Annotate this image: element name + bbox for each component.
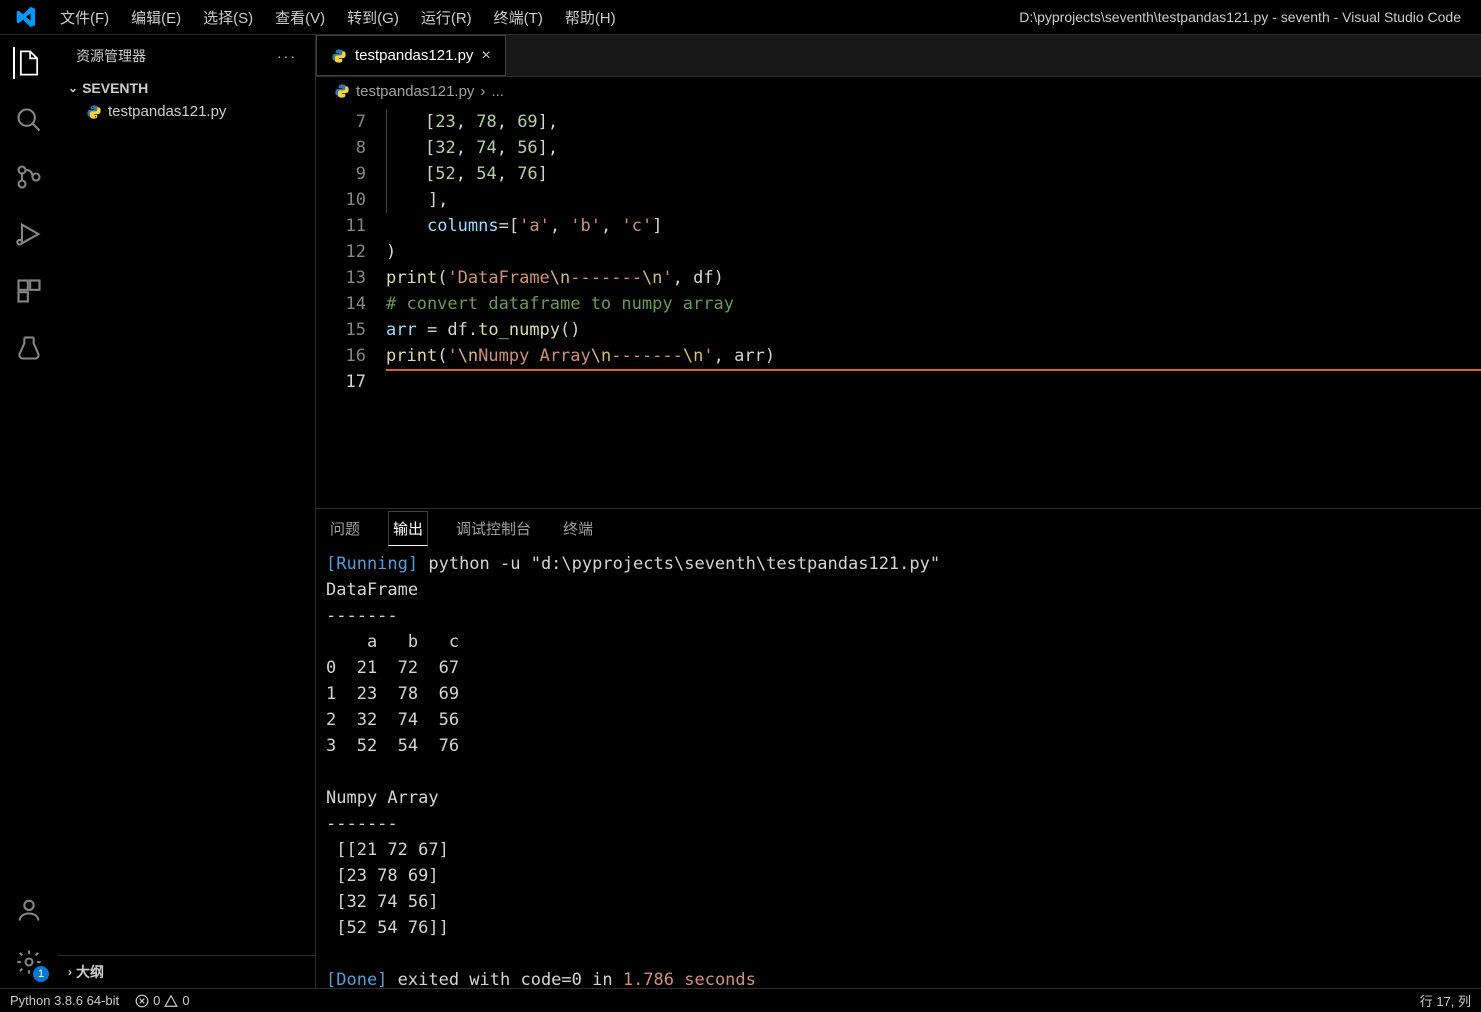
bottom-panel: 问题 输出 调试控制台 终端 [Running] python -u "d:\p…	[316, 508, 1481, 988]
menu-goto[interactable]: 转到(G)	[337, 3, 409, 32]
panel-tab-terminal[interactable]: 终端	[559, 512, 597, 545]
breadcrumb-more: ...	[491, 83, 504, 100]
output-df-row: 1 23 78 69	[326, 684, 459, 704]
run-debug-icon[interactable]	[13, 218, 45, 250]
window-title: D:\pyprojects\seventh\testpandas121.py -…	[626, 9, 1481, 25]
code-content[interactable]: [23, 78, 69], [32, 74, 56], [52, 54, 76]…	[386, 105, 1481, 508]
menu-help[interactable]: 帮助(H)	[555, 3, 626, 32]
output-sep: -------	[326, 606, 398, 626]
menu-run[interactable]: 运行(R)	[411, 3, 482, 32]
statusbar: Python 3.8.6 64-bit 0 0 行 17, 列	[0, 988, 1481, 1012]
menu-view[interactable]: 查看(V)	[265, 3, 335, 32]
menu-file[interactable]: 文件(F)	[50, 3, 119, 32]
line-gutter: 7891011121314151617	[316, 105, 386, 508]
menu-terminal[interactable]: 终端(T)	[484, 3, 553, 32]
explorer-icon[interactable]	[13, 47, 45, 79]
sidebar-more-icon[interactable]: ···	[277, 48, 297, 64]
menu-edit[interactable]: 编辑(E)	[121, 3, 191, 32]
output-np-header: Numpy Array	[326, 788, 439, 808]
menu-select[interactable]: 选择(S)	[193, 3, 263, 32]
panel-tab-debug[interactable]: 调试控制台	[452, 512, 535, 545]
code-editor[interactable]: 7891011121314151617 [23, 78, 69], [32, 7…	[316, 105, 1481, 508]
panel-tab-output[interactable]: 输出	[388, 511, 428, 546]
output-np-row: [32 74 56]	[326, 892, 439, 912]
testing-icon[interactable]	[13, 332, 45, 364]
folder-name: SEVENTH	[82, 80, 148, 96]
panel-tab-problems[interactable]: 问题	[326, 512, 364, 545]
python-file-icon	[331, 48, 347, 64]
chevron-right-icon: ›	[68, 965, 72, 979]
breadcrumb-file: testpandas121.py	[356, 83, 474, 100]
account-icon[interactable]	[13, 894, 45, 926]
output-np-row: [23 78 69]	[326, 866, 439, 886]
status-python-label: Python 3.8.6 64-bit	[10, 993, 119, 1008]
output-df-row: 2 32 74 56	[326, 710, 459, 730]
outline-section[interactable]: › 大纲	[58, 955, 315, 988]
output-df-cols: a b c	[326, 632, 459, 652]
file-item[interactable]: testpandas121.py	[58, 99, 315, 124]
output-command: python -u "d:\pyprojects\seventh\testpan…	[418, 554, 940, 574]
statusbar-right: 行 17, 列	[1420, 991, 1471, 1010]
output-done-text: exited with code=0 in	[387, 970, 622, 988]
output-df-header: DataFrame	[326, 580, 418, 600]
titlebar: 文件(F) 编辑(E) 选择(S) 查看(V) 转到(G) 运行(R) 终端(T…	[0, 0, 1481, 35]
output-df-row: 3 52 54 76	[326, 736, 459, 756]
tab-bar: testpandas121.py ×	[316, 35, 1481, 77]
settings-icon[interactable]	[13, 946, 45, 978]
output-running-label: [Running]	[326, 554, 418, 574]
sidebar: 资源管理器 ··· ⌄ SEVENTH testpandas121.py › 大…	[58, 35, 316, 988]
activity-bar	[0, 35, 58, 988]
output-done-time: 1.786 seconds	[623, 970, 756, 988]
sidebar-folder[interactable]: ⌄ SEVENTH	[58, 77, 315, 99]
output-np-row: [[21 72 67]	[326, 840, 449, 860]
status-cursor[interactable]: 行 17, 列	[1420, 991, 1471, 1010]
sidebar-title: 资源管理器	[76, 46, 146, 66]
vscode-logo-icon	[0, 6, 50, 28]
output-np-row: [52 54 76]]	[326, 918, 449, 938]
status-python[interactable]: Python 3.8.6 64-bit	[10, 993, 119, 1008]
panel-tabs: 问题 输出 调试控制台 终端	[316, 509, 1481, 547]
output-df-row: 0 21 72 67	[326, 658, 459, 678]
editor-tab[interactable]: testpandas121.py ×	[316, 35, 506, 76]
output-sep: -------	[326, 814, 398, 834]
menubar: 文件(F) 编辑(E) 选择(S) 查看(V) 转到(G) 运行(R) 终端(T…	[50, 3, 626, 32]
editor-area: testpandas121.py × testpandas121.py › ..…	[316, 35, 1481, 988]
python-file-icon	[86, 104, 102, 120]
source-control-icon[interactable]	[13, 161, 45, 193]
breadcrumb[interactable]: testpandas121.py › ...	[316, 77, 1481, 105]
python-file-icon	[334, 83, 350, 99]
close-icon[interactable]: ×	[481, 47, 490, 65]
output-done-label: [Done]	[326, 970, 387, 988]
file-name: testpandas121.py	[108, 103, 226, 120]
extensions-icon[interactable]	[13, 275, 45, 307]
outline-label: 大纲	[76, 962, 104, 982]
tab-label: testpandas121.py	[355, 47, 473, 64]
status-problems[interactable]: 0 0	[135, 993, 189, 1008]
search-icon[interactable]	[13, 104, 45, 136]
breadcrumb-sep: ›	[480, 83, 485, 100]
output-content[interactable]: [Running] python -u "d:\pyprojects\seven…	[316, 547, 1481, 988]
status-warnings: 0	[182, 993, 189, 1008]
sidebar-header: 资源管理器 ···	[58, 35, 315, 77]
chevron-down-icon: ⌄	[68, 81, 78, 95]
status-errors: 0	[153, 993, 160, 1008]
